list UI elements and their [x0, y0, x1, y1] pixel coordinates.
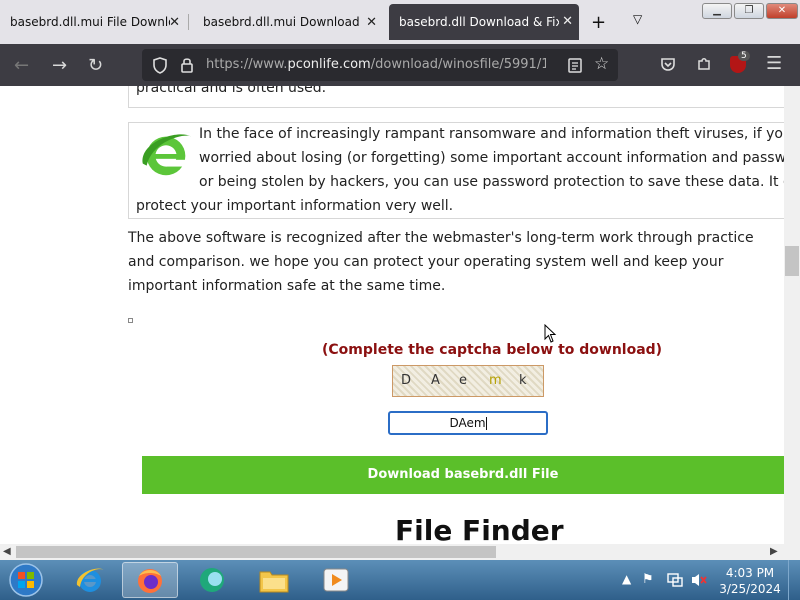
captcha-char: e	[459, 373, 467, 388]
extensions-puzzle-icon[interactable]	[696, 56, 712, 72]
tab-title: basebrd.dll.mui Download & Fix	[203, 15, 363, 29]
lock-icon[interactable]	[180, 57, 194, 73]
mouse-cursor-icon	[544, 324, 557, 343]
clock-time: 4:03 PM	[725, 566, 775, 580]
tab-basebrd-mui-file[interactable]: basebrd.dll.mui File Download & Fix ✕	[0, 6, 186, 38]
tab-basebrd-mui-download[interactable]: basebrd.dll.mui Download & Fix ✕	[193, 6, 383, 38]
clock-date: 3/25/2024	[719, 582, 781, 596]
firefox-icon	[138, 569, 162, 593]
shield-icon[interactable]	[152, 57, 168, 74]
page-content: practical and is often used. In the face…	[0, 86, 784, 544]
text-caret	[485, 417, 487, 430]
volume-muted-icon[interactable]	[690, 572, 708, 588]
tab-title: basebrd.dll Download & Fix Fre	[399, 15, 559, 29]
description-paragraph: The above software is recognized after t…	[128, 230, 754, 294]
info-box-password: In the face of increasingly rampant rans…	[128, 122, 784, 219]
captcha-input[interactable]: DAem	[388, 411, 548, 435]
action-center-flag-icon[interactable]: ⚑	[642, 572, 654, 587]
navigation-toolbar: ← → ↻ https://www.pconlife.com/download/…	[0, 44, 800, 86]
box2-line-4: protect your important information very …	[136, 198, 454, 214]
internet-explorer-icon	[76, 568, 104, 592]
box1-text: practical and is often used.	[136, 86, 327, 96]
captcha-instruction: (Complete the captcha below to download)	[322, 342, 663, 358]
file-finder-heading: File Finder	[395, 514, 564, 544]
tab-separator	[188, 14, 189, 30]
minimize-button[interactable]: ▁	[702, 3, 732, 19]
media-app-icon	[200, 568, 224, 592]
broken-image-icon	[128, 318, 133, 323]
windows-taskbar: ▲ ⚑ 4:03 PM 3/25/2024	[0, 560, 800, 600]
tab-title: basebrd.dll.mui File Download & Fix	[10, 15, 170, 29]
horizontal-scrollbar[interactable]: ◀ ▶	[0, 544, 800, 560]
network-icon[interactable]	[667, 572, 683, 588]
vertical-scrollbar-thumb[interactable]	[785, 246, 799, 276]
reader-view-icon[interactable]	[568, 58, 582, 73]
horizontal-scrollbar-thumb[interactable]	[16, 546, 496, 558]
list-tabs-chevron-down-icon[interactable]: ▽	[633, 12, 642, 26]
info-box-top: practical and is often used.	[128, 86, 784, 108]
hamburger-menu-icon[interactable]: ☰	[766, 53, 782, 74]
close-window-button[interactable]: ✕	[766, 3, 798, 19]
box2-line-2: worried about losing (or forgetting) som…	[199, 150, 784, 166]
taskbar-media-app[interactable]	[184, 562, 240, 598]
scroll-left-arrow-icon[interactable]: ◀	[3, 546, 11, 557]
captcha-image[interactable]: D A e m k	[392, 365, 544, 397]
captcha-input-value: DAem	[449, 416, 486, 430]
start-button-windows-icon[interactable]	[6, 562, 46, 598]
new-tab-plus-icon[interactable]: +	[591, 12, 606, 33]
url-path: /download/winosfile/5991/18/51	[370, 57, 546, 72]
taskbar-internet-explorer[interactable]	[62, 562, 118, 598]
tab-basebrd-dll-active[interactable]: basebrd.dll Download & Fix Fre ✕	[389, 4, 579, 40]
reload-icon[interactable]: ↻	[88, 55, 103, 76]
close-icon[interactable]: ✕	[562, 14, 573, 29]
download-button[interactable]: Download basebrd.dll File	[142, 456, 784, 494]
browser-tab-bar: basebrd.dll.mui File Download & Fix ✕ ba…	[0, 0, 800, 44]
internet-explorer-e-logo-icon	[142, 134, 192, 176]
taskbar-file-explorer[interactable]	[246, 562, 302, 598]
box2-line-1: In the face of increasingly rampant rans…	[199, 126, 784, 142]
box2-line-3: or being stolen by hackers, you can use …	[199, 174, 784, 190]
url-text[interactable]: https://www.pconlife.com/download/winosf…	[206, 57, 546, 72]
captcha-char: A	[431, 373, 440, 388]
scroll-right-arrow-icon[interactable]: ▶	[770, 546, 778, 557]
show-desktop-button[interactable]	[788, 560, 800, 600]
show-hidden-icons-arrow-icon[interactable]: ▲	[622, 572, 631, 586]
media-player-icon	[323, 568, 349, 592]
taskbar-firefox[interactable]	[122, 562, 178, 598]
forward-arrow-icon[interactable]: →	[52, 55, 67, 76]
captcha-char: m	[489, 373, 502, 388]
captcha-char: D	[401, 373, 412, 388]
taskbar-media-player[interactable]	[308, 562, 364, 598]
extension-badge-count: 5	[738, 51, 750, 61]
system-clock[interactable]: 4:03 PM 3/25/2024	[718, 565, 782, 597]
url-domain: pconlife.com	[287, 57, 371, 72]
vertical-scrollbar[interactable]	[784, 86, 800, 544]
url-prefix: https://www.	[206, 57, 288, 72]
close-icon[interactable]: ✕	[366, 15, 377, 30]
bookmark-star-icon[interactable]: ☆	[594, 54, 609, 74]
restore-button[interactable]: ❐	[734, 3, 764, 19]
close-icon[interactable]: ✕	[169, 15, 180, 30]
address-bar[interactable]: https://www.pconlife.com/download/winosf…	[142, 49, 618, 81]
captcha-char: k	[519, 373, 527, 388]
pocket-icon[interactable]	[660, 57, 676, 72]
back-arrow-icon[interactable]: ←	[14, 55, 29, 76]
folder-icon	[259, 571, 289, 593]
